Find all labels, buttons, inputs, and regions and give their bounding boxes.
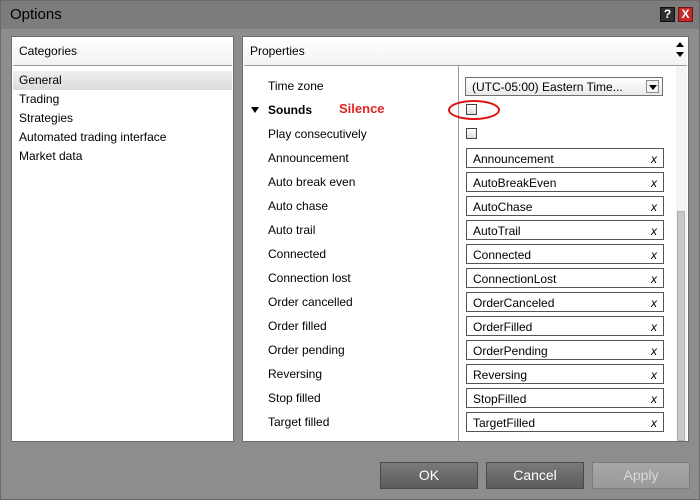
title-bar: Options ? X xyxy=(1,1,699,29)
sound-file-field[interactable]: AutoBreakEven x xyxy=(466,172,664,192)
sound-row-label: Order pending xyxy=(268,343,345,357)
sound-file-field[interactable]: OrderPending x xyxy=(466,340,664,360)
properties-panel: Properties Time zone (UTC-05:00) Eastern… xyxy=(242,36,689,442)
sound-file-value: OrderPending xyxy=(473,344,548,358)
sort-arrows-icon[interactable] xyxy=(676,42,684,62)
category-trading[interactable]: Trading xyxy=(13,90,232,109)
sound-file-value: AutoBreakEven xyxy=(473,176,557,190)
sound-row-label: Order cancelled xyxy=(268,295,353,309)
sounds-checkbox[interactable] xyxy=(466,104,477,115)
clear-icon[interactable]: x xyxy=(651,248,657,262)
property-row-connected: Connected Connected x xyxy=(243,242,676,266)
sound-row-label: Connected xyxy=(268,247,327,261)
play-consecutively-label: Play consecutively xyxy=(268,127,367,141)
sound-row-label: Target filled xyxy=(268,415,330,429)
scrollbar-thumb[interactable] xyxy=(677,211,685,441)
chevron-down-icon[interactable] xyxy=(646,80,659,93)
property-row-time-zone: Time zone (UTC-05:00) Eastern Time... xyxy=(243,74,676,98)
sound-file-value: OrderFilled xyxy=(473,320,533,334)
sound-file-field[interactable]: AutoChase x xyxy=(466,196,664,216)
sound-file-value: OrderCanceled xyxy=(473,296,555,310)
sound-file-value: AutoTrail xyxy=(473,224,521,238)
categories-panel: Categories General Trading Strategies Au… xyxy=(11,36,234,442)
property-row-play-consecutively: Play consecutively xyxy=(243,122,676,146)
clear-icon[interactable]: x xyxy=(651,224,657,238)
property-row-stop-filled: Stop filled StopFilled x xyxy=(243,386,676,410)
sound-row-label: Announcement xyxy=(268,151,349,165)
sound-file-field[interactable]: Reversing x xyxy=(466,364,664,384)
sounds-label: Sounds xyxy=(268,103,312,117)
sound-file-value: Connected xyxy=(473,248,532,262)
window-title: Options xyxy=(10,6,62,23)
clear-icon[interactable]: x xyxy=(651,272,657,286)
property-row-sounds: Sounds Silence xyxy=(243,98,676,122)
play-consecutively-checkbox[interactable] xyxy=(466,128,477,139)
property-row-order-filled: Order filled OrderFilled x xyxy=(243,314,676,338)
sound-row-label: Auto trail xyxy=(268,223,316,237)
clear-icon[interactable]: x xyxy=(651,368,657,382)
clear-icon[interactable]: x xyxy=(651,416,657,430)
collapse-triangle-icon[interactable] xyxy=(251,107,259,113)
property-row-reversing: Reversing Reversing x xyxy=(243,362,676,386)
property-row-announcement: Announcement Announcement x xyxy=(243,146,676,170)
clear-icon[interactable]: x xyxy=(651,344,657,358)
property-row-auto-break-even: Auto break even AutoBreakEven x xyxy=(243,170,676,194)
sound-row-label: Stop filled xyxy=(268,391,321,405)
sound-file-value: StopFilled xyxy=(473,392,527,406)
options-dialog: Options ? X Categories General Trading S… xyxy=(0,0,700,500)
property-row-auto-chase: Auto chase AutoChase x xyxy=(243,194,676,218)
time-zone-value: (UTC-05:00) Eastern Time... xyxy=(472,80,623,94)
categories-list: General Trading Strategies Automated tra… xyxy=(13,71,232,166)
sound-file-field[interactable]: ConnectionLost x xyxy=(466,268,664,288)
time-zone-select[interactable]: (UTC-05:00) Eastern Time... xyxy=(465,77,663,96)
help-icon[interactable]: ? xyxy=(660,7,675,22)
sound-file-field[interactable]: TargetFilled x xyxy=(466,412,664,432)
clear-icon[interactable]: x xyxy=(651,392,657,406)
vertical-scrollbar[interactable] xyxy=(676,66,687,441)
property-row-order-pending: Order pending OrderPending x xyxy=(243,338,676,362)
sound-file-field[interactable]: AutoTrail x xyxy=(466,220,664,240)
properties-header-label: Properties xyxy=(250,44,305,58)
property-row-connection-lost: Connection lost ConnectionLost x xyxy=(243,266,676,290)
close-icon[interactable]: X xyxy=(678,7,693,22)
cancel-button[interactable]: Cancel xyxy=(486,462,584,489)
property-row-target-filled: Target filled TargetFilled x xyxy=(243,410,676,434)
sound-file-field[interactable]: OrderCanceled x xyxy=(466,292,664,312)
time-zone-label: Time zone xyxy=(268,79,324,93)
sound-file-field[interactable]: Announcement x xyxy=(466,148,664,168)
property-grid: Time zone (UTC-05:00) Eastern Time... So… xyxy=(243,66,676,441)
properties-header: Properties xyxy=(244,38,687,66)
sound-file-value: TargetFilled xyxy=(473,416,536,430)
categories-header-label: Categories xyxy=(19,44,78,58)
ok-button[interactable]: OK xyxy=(380,462,478,489)
sound-file-field[interactable]: Connected x xyxy=(466,244,664,264)
categories-header: Categories xyxy=(13,38,232,66)
category-automated-trading-interface[interactable]: Automated trading interface xyxy=(13,128,232,147)
clear-icon[interactable]: x xyxy=(651,152,657,166)
sound-row-label: Reversing xyxy=(268,367,323,381)
sound-file-value: AutoChase xyxy=(473,200,533,214)
sound-file-value: Announcement xyxy=(473,152,554,166)
clear-icon[interactable]: x xyxy=(651,200,657,214)
sound-file-value: ConnectionLost xyxy=(473,272,557,286)
property-row-auto-trail: Auto trail AutoTrail x xyxy=(243,218,676,242)
sound-row-label: Order filled xyxy=(268,319,327,333)
sound-row-label: Auto chase xyxy=(268,199,329,213)
clear-icon[interactable]: x xyxy=(651,320,657,334)
clear-icon[interactable]: x xyxy=(651,296,657,310)
sound-file-field[interactable]: StopFilled x xyxy=(466,388,664,408)
category-general[interactable]: General xyxy=(13,71,232,90)
sound-row-label: Auto break even xyxy=(268,175,356,189)
category-strategies[interactable]: Strategies xyxy=(13,109,232,128)
silence-annotation: Silence xyxy=(339,101,385,116)
sound-file-value: Reversing xyxy=(473,368,528,382)
sound-row-label: Connection lost xyxy=(268,271,351,285)
clear-icon[interactable]: x xyxy=(651,176,657,190)
category-market-data[interactable]: Market data xyxy=(13,147,232,166)
apply-button[interactable]: Apply xyxy=(592,462,690,489)
property-row-order-cancelled: Order cancelled OrderCanceled x xyxy=(243,290,676,314)
sound-file-field[interactable]: OrderFilled x xyxy=(466,316,664,336)
